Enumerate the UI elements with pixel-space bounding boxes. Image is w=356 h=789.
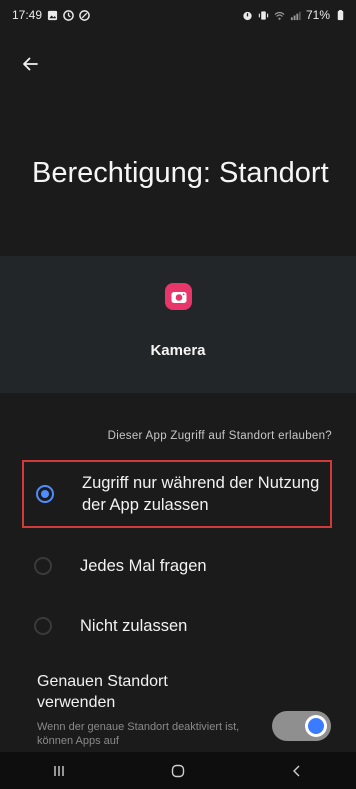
- app-name: Kamera: [0, 342, 356, 359]
- gallery-notification-icon: [47, 10, 58, 21]
- status-time: 17:49: [12, 8, 42, 22]
- option-label: Nicht zulassen: [80, 615, 187, 637]
- option-label: Zugriff nur während der Nutzung der App …: [82, 472, 330, 516]
- app-card: [0, 256, 356, 393]
- status-bar: 17:49 71%: [0, 0, 356, 30]
- recents-button[interactable]: [41, 756, 77, 786]
- signal-icon: [290, 10, 301, 21]
- precise-location-title: Genauen Standort verwenden: [37, 671, 237, 713]
- precise-location-toggle[interactable]: [272, 711, 331, 741]
- permission-question: Dieser App Zugriff auf Standort erlauben…: [0, 430, 332, 442]
- wifi-icon: [274, 10, 285, 21]
- alarm-icon: [242, 10, 253, 21]
- camera-icon: [165, 283, 192, 310]
- status-left: 17:49: [12, 8, 90, 22]
- option-ask-every-time[interactable]: Jedes Mal fragen: [22, 552, 332, 580]
- sync-notification-icon: [63, 10, 74, 21]
- data-saver-notification-icon: [79, 10, 90, 21]
- back-icon: [290, 764, 304, 778]
- arrow-left-icon: [22, 56, 38, 72]
- home-icon: [170, 763, 186, 779]
- precise-location-description: Wenn der genaue Standort deaktiviert ist…: [37, 720, 257, 748]
- navigation-bar: [0, 752, 356, 789]
- back-button[interactable]: [16, 50, 44, 78]
- page-title: Berechtigung: Standort: [32, 152, 332, 195]
- toggle-knob: [305, 715, 327, 737]
- nav-back-button[interactable]: [279, 756, 315, 786]
- battery-icon: [335, 10, 346, 21]
- radio-unselected[interactable]: [34, 557, 52, 575]
- battery-percent: 71%: [306, 8, 330, 22]
- vibrate-icon: [258, 10, 269, 21]
- status-right: 71%: [242, 8, 346, 22]
- option-allow-while-using[interactable]: Zugriff nur während der Nutzung der App …: [22, 460, 332, 528]
- option-deny[interactable]: Nicht zulassen: [22, 612, 332, 640]
- option-label: Jedes Mal fragen: [80, 555, 207, 577]
- home-button[interactable]: [160, 756, 196, 786]
- radio-selected[interactable]: [36, 485, 54, 503]
- radio-unselected[interactable]: [34, 617, 52, 635]
- recents-icon: [52, 764, 66, 778]
